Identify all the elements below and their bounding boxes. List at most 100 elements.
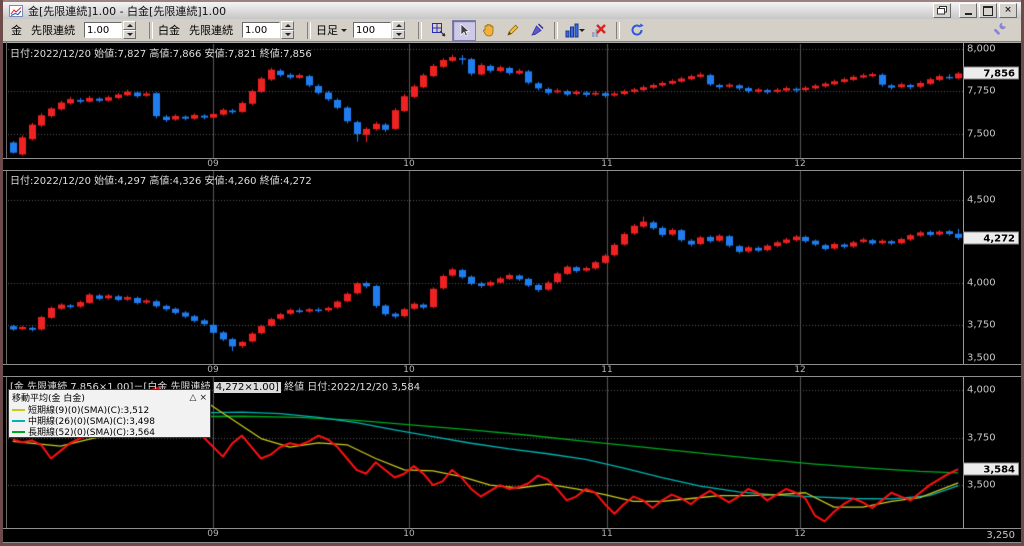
tracking-cursor-icon: [432, 23, 446, 37]
chart-window-icon: [9, 4, 23, 17]
pencil-icon: [507, 24, 519, 36]
legend-line-swatch: [12, 430, 25, 433]
gold-multiplier-down-button[interactable]: [123, 30, 136, 39]
platinum-multiplier-input[interactable]: [242, 22, 280, 38]
gold-series-label: 先限連続: [31, 24, 75, 37]
legend-collapse-button[interactable]: △: [190, 393, 197, 403]
toolbar-separator: [616, 21, 620, 39]
chart-left-edge: [6, 42, 7, 543]
bar-chart-icon: [565, 23, 579, 38]
date-tick-label: 12: [794, 365, 806, 375]
bar-count-spinner: [353, 21, 405, 39]
maximize-icon: [983, 5, 993, 16]
gold-date-axis: 09 10 11 12: [3, 158, 1021, 171]
price-tick-label: 7,750: [967, 85, 996, 97]
price-tick-label: 7,500: [967, 128, 996, 140]
date-tick-label: 10: [403, 529, 415, 539]
chart-application-window: 金[先限連続]1.00 - 白金[先限連続]1.00 × 金 先限連続 白金 先…: [0, 0, 1024, 546]
delete-indicator-button[interactable]: [588, 21, 610, 40]
title-bar: 金[先限連続]1.00 - 白金[先限連続]1.00 ×: [3, 2, 1021, 20]
legend-item-label: 長期線(52)(0)(SMA)(C):3,564: [28, 428, 155, 438]
spread-price-axis: 4,000 3,750 3,500 3,584: [963, 377, 1021, 528]
toolbar-separator: [418, 21, 422, 39]
chevron-down-icon: [341, 28, 347, 32]
marker-tool-button[interactable]: [526, 21, 548, 40]
select-cursor-icon: [460, 23, 470, 37]
platinum-candlestick-chart[interactable]: [8, 170, 963, 364]
refresh-button[interactable]: [626, 21, 648, 40]
price-tick-label: 3,750: [967, 432, 996, 444]
bar-count-down-button[interactable]: [392, 30, 405, 39]
price-tick-label: 3,750: [967, 319, 996, 330]
timeframe-label: 日足: [316, 24, 338, 37]
spread-header-multiplier[interactable]: 4,272×1.00]: [213, 382, 281, 393]
spinner-down-icon: [126, 33, 133, 36]
platinum-symbol-label: 白金: [158, 24, 180, 37]
tracking-cursor-tool-button[interactable]: [428, 21, 450, 40]
spinner-down-icon: [284, 33, 291, 36]
platinum-price-axis: 4,500 4,000 3,750 3,500 4,272: [963, 170, 1021, 364]
date-tick-label: 11: [601, 365, 613, 375]
chevron-down-icon: [579, 28, 585, 32]
toolbar-separator: [149, 21, 153, 39]
pencil-tool-button[interactable]: [502, 21, 524, 40]
current-price-badge: 3,584: [963, 462, 1019, 476]
toolbar-separator: [307, 21, 311, 39]
legend-close-button[interactable]: ×: [199, 393, 207, 403]
gold-price-axis: 8,000 7,750 7,500 7,856: [963, 43, 1021, 158]
platinum-ohlc-header: 日付:2022/12/20 始値:4,297 高値:4,326 安値:4,260…: [10, 176, 312, 187]
spread-header-right: 終値 日付:2022/12/20 3,584: [280, 382, 421, 393]
platinum-series-label: 先限連続: [189, 24, 233, 37]
price-tick-label: 3,500: [967, 479, 996, 491]
pan-hand-tool-button[interactable]: [478, 21, 500, 40]
price-tick-label: 4,000: [967, 277, 996, 289]
spread-date-axis: 09 10 11 12 3,250: [3, 528, 1021, 543]
bottom-price-tick-label: 3,250: [986, 530, 1015, 541]
platinum-multiplier-down-button[interactable]: [281, 30, 294, 39]
legend-item: 長期線(52)(0)(SMA)(C):3,564: [9, 426, 210, 438]
wrench-icon: [994, 22, 1006, 35]
date-tick-label: 09: [207, 365, 219, 375]
window-title: 金[先限連続]1.00 - 白金[先限連続]1.00: [28, 4, 227, 18]
platinum-multiplier-spinner: [242, 21, 294, 39]
maximize-button[interactable]: [979, 3, 997, 18]
date-tick-label: 10: [403, 365, 415, 375]
price-tick-label: 4,500: [967, 194, 996, 206]
chart-type-dropdown-button[interactable]: [564, 21, 586, 40]
refresh-icon: [631, 23, 644, 36]
gold-ohlc-header: 日付:2022/12/20 始値:7,827 高値:7,866 安値:7,821…: [10, 49, 312, 60]
minimize-icon: [964, 12, 972, 15]
price-tick-label: 3,500: [967, 352, 996, 364]
delete-indicator-icon: [592, 24, 606, 37]
toolbar: 金 先限連続 白金 先限連続 日足: [3, 19, 1021, 42]
select-cursor-tool-button[interactable]: [452, 19, 476, 41]
gold-multiplier-input[interactable]: [84, 22, 122, 38]
date-tick-label: 10: [403, 159, 415, 169]
date-tick-label: 09: [207, 159, 219, 169]
date-tick-label: 11: [601, 529, 613, 539]
spinner-up-icon: [284, 24, 291, 27]
legend-line-swatch: [12, 419, 25, 422]
gold-symbol-label: 金: [11, 24, 22, 37]
cascade-windows-button[interactable]: [933, 3, 951, 18]
spinner-up-icon: [126, 24, 133, 27]
current-price-badge: 7,856: [963, 66, 1019, 80]
date-tick-label: 09: [207, 529, 219, 539]
hand-icon: [483, 24, 494, 37]
bar-count-up-button[interactable]: [392, 21, 405, 30]
settings-button[interactable]: [989, 21, 1011, 40]
close-button[interactable]: ×: [999, 3, 1017, 18]
bar-count-input[interactable]: [353, 22, 391, 38]
moving-average-legend: 移動平均(金 白金) △ × 短期線(9)(0)(SMA)(C):3,512 中期…: [8, 389, 211, 438]
date-tick-label: 12: [794, 529, 806, 539]
date-tick-label: 11: [601, 159, 613, 169]
platinum-multiplier-up-button[interactable]: [281, 21, 294, 30]
timeframe-dropdown[interactable]: 日足: [316, 22, 347, 38]
platinum-date-axis: 09 10 11 12: [3, 364, 1021, 377]
date-tick-label: 12: [794, 159, 806, 169]
minimize-button[interactable]: [959, 3, 977, 18]
marker-pen-icon: [531, 23, 544, 36]
gold-candlestick-chart[interactable]: [8, 44, 963, 158]
toolbar-separator: [554, 21, 558, 39]
gold-multiplier-up-button[interactable]: [123, 21, 136, 30]
